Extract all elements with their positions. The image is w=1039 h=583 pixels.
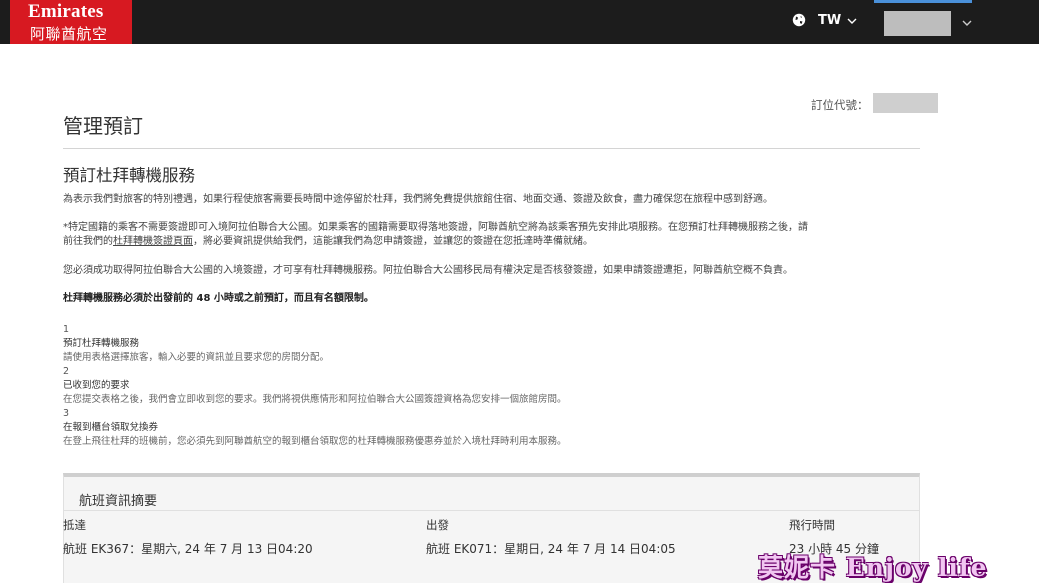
watermark: 莫妮卡 Enjoy life — [758, 553, 988, 582]
flight-time-label: 飛行時間 — [789, 518, 835, 532]
arrival-label: 抵達 — [63, 518, 86, 532]
step-3: 3 在報到櫃台領取兌換券 在登上飛往杜拜的班機前，您必須先到阿聯酋航空的報到櫃台… — [63, 407, 567, 449]
divider — [63, 510, 920, 511]
emirates-logo[interactable]: Emirates 阿聯酋航空 — [10, 0, 132, 44]
globe-icon[interactable] — [792, 13, 806, 27]
step-description: 請使用表格選擇旅客，輸入必要的資訊並且要求您的房間分配。 — [63, 352, 330, 363]
step-description: 在登上飛往杜拜的班機前，您必須先到阿聯酋航空的報到櫃台領取您的杜拜轉機服務優惠券… — [63, 436, 567, 447]
visa-paragraph: *特定國籍的乘客不需要簽證即可入境阿拉伯聯合大公國。如果乘客的國籍需要取得落地簽… — [63, 221, 923, 249]
booking-deadline-notice: 杜拜轉機服務必須於出發前的 48 小時或之前預訂，而且有名額限制。 — [63, 293, 374, 304]
step-title: 已收到您的要求 — [63, 380, 130, 391]
flight-summary-title: 航班資訊摘要 — [79, 494, 158, 509]
chevron-down-icon[interactable] — [961, 17, 973, 29]
departure-flight-info: 航班 EK071：星期日, 24 年 7 月 14 日04:05 — [426, 542, 676, 556]
region-selector[interactable]: TW — [818, 13, 841, 28]
visa-paragraph-line1: *特定國籍的乘客不需要簽證即可入境阿拉伯聯合大公國。如果乘客的國籍需要取得落地簽… — [63, 222, 808, 233]
entry-visa-paragraph: 您必須成功取得阿拉伯聯合大公國的入境簽證，才可享有杜拜轉機服務。阿拉伯聯合大公國… — [63, 265, 793, 276]
logo-text-en: Emirates — [28, 1, 104, 22]
intro-paragraph: 為表示我們對旅客的特別禮遇，如果行程使旅客需要長時間中途停留於杜拜，我們將免費提… — [63, 194, 773, 205]
page-title: 管理預訂 — [63, 114, 143, 138]
step-title: 在報到櫃台領取兌換券 — [63, 422, 159, 433]
step-number: 2 — [63, 366, 70, 377]
logo-text-zh: 阿聯酋航空 — [30, 25, 108, 43]
step-2: 2 已收到您的要求 在您提交表格之後，我們會立即收到您的要求。我們將視供應情形和… — [63, 365, 567, 407]
departure-label: 出發 — [426, 518, 449, 532]
visa-paragraph-pre: 前往我們的 — [63, 236, 113, 247]
accent-strip — [874, 0, 972, 3]
visa-paragraph-post: ，將必要資訊提供給我們，這能讓我們為您申請簽證，並讓您的簽證在您抵達時準備就緒。 — [193, 236, 593, 247]
divider — [63, 148, 920, 149]
section-title: 預訂杜拜轉機服務 — [63, 166, 195, 185]
step-description: 在您提交表格之後，我們會立即收到您的要求。我們將視供應情形和阿拉伯聯合大公國簽證… — [63, 394, 567, 405]
step-number: 1 — [63, 324, 70, 335]
step-1: 1 預訂杜拜轉機服務 請使用表格選擇旅客，輸入必要的資訊並且要求您的房間分配。 — [63, 323, 329, 365]
step-title: 預訂杜拜轉機服務 — [63, 338, 140, 349]
visa-page-link[interactable]: 杜拜轉機簽證頁面 — [113, 236, 193, 247]
booking-reference-value — [873, 93, 938, 113]
arrival-flight-info: 航班 EK367：星期六, 24 年 7 月 13 日04:20 — [63, 542, 313, 556]
chevron-down-icon[interactable] — [846, 15, 858, 27]
step-number: 3 — [63, 408, 70, 419]
top-navigation-bar: Emirates 阿聯酋航空 TW — [0, 0, 1039, 44]
user-profile-button[interactable] — [884, 11, 951, 36]
booking-reference-label: 訂位代號： — [811, 98, 869, 112]
